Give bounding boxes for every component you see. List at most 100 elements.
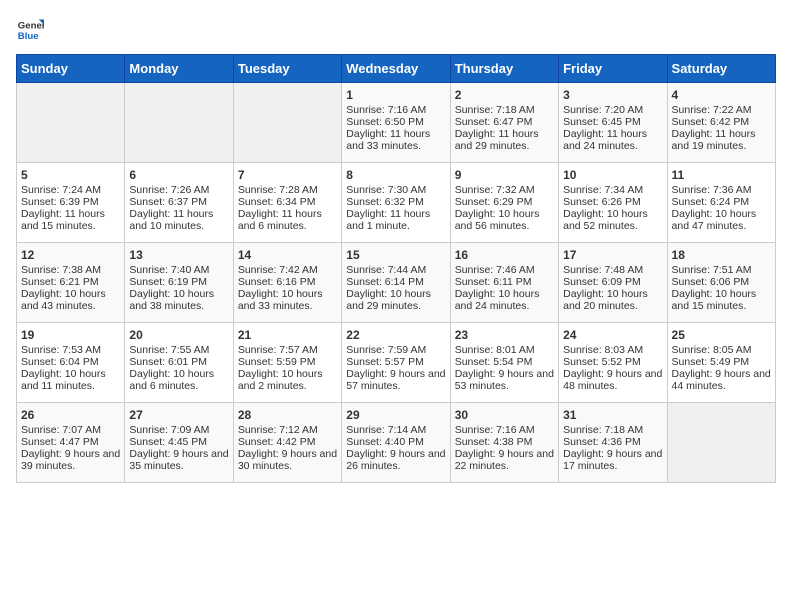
sunset: Sunset: 6:29 PM — [455, 196, 533, 208]
daylight: Daylight: 10 hours and 43 minutes. — [21, 288, 106, 312]
header-wednesday: Wednesday — [342, 55, 450, 83]
calendar-cell: 2Sunrise: 7:18 AMSunset: 6:47 PMDaylight… — [450, 83, 558, 163]
sunset: Sunset: 5:54 PM — [455, 356, 533, 368]
sunrise: Sunrise: 7:26 AM — [129, 184, 209, 196]
sunrise: Sunrise: 7:18 AM — [563, 424, 643, 436]
daylight: Daylight: 10 hours and 29 minutes. — [346, 288, 431, 312]
sunrise: Sunrise: 7:24 AM — [21, 184, 101, 196]
calendar-cell: 3Sunrise: 7:20 AMSunset: 6:45 PMDaylight… — [559, 83, 667, 163]
sunset: Sunset: 6:45 PM — [563, 116, 641, 128]
sunrise: Sunrise: 7:34 AM — [563, 184, 643, 196]
calendar-cell: 24Sunrise: 8:03 AMSunset: 5:52 PMDayligh… — [559, 323, 667, 403]
sunrise: Sunrise: 7:38 AM — [21, 264, 101, 276]
sunrise: Sunrise: 8:05 AM — [672, 344, 752, 356]
daylight: Daylight: 11 hours and 15 minutes. — [21, 208, 105, 232]
calendar-cell: 1Sunrise: 7:16 AMSunset: 6:50 PMDaylight… — [342, 83, 450, 163]
calendar-cell: 20Sunrise: 7:55 AMSunset: 6:01 PMDayligh… — [125, 323, 233, 403]
day-number: 1 — [346, 88, 445, 102]
calendar-cell — [125, 83, 233, 163]
sunset: Sunset: 4:47 PM — [21, 436, 99, 448]
page-header: General Blue — [16, 16, 776, 44]
day-number: 22 — [346, 328, 445, 342]
calendar-week-row: 5Sunrise: 7:24 AMSunset: 6:39 PMDaylight… — [17, 163, 776, 243]
sunrise: Sunrise: 7:57 AM — [238, 344, 318, 356]
day-number: 25 — [672, 328, 771, 342]
day-number: 30 — [455, 408, 554, 422]
calendar-cell: 17Sunrise: 7:48 AMSunset: 6:09 PMDayligh… — [559, 243, 667, 323]
sunset: Sunset: 6:01 PM — [129, 356, 207, 368]
sunrise: Sunrise: 7:44 AM — [346, 264, 426, 276]
day-number: 28 — [238, 408, 337, 422]
calendar-cell: 14Sunrise: 7:42 AMSunset: 6:16 PMDayligh… — [233, 243, 341, 323]
sunrise: Sunrise: 7:59 AM — [346, 344, 426, 356]
header-thursday: Thursday — [450, 55, 558, 83]
day-number: 7 — [238, 168, 337, 182]
calendar-cell: 26Sunrise: 7:07 AMSunset: 4:47 PMDayligh… — [17, 403, 125, 483]
calendar-cell: 8Sunrise: 7:30 AMSunset: 6:32 PMDaylight… — [342, 163, 450, 243]
sunset: Sunset: 4:45 PM — [129, 436, 207, 448]
sunset: Sunset: 5:52 PM — [563, 356, 641, 368]
daylight: Daylight: 9 hours and 26 minutes. — [346, 448, 445, 472]
sunset: Sunset: 4:36 PM — [563, 436, 641, 448]
calendar-cell — [667, 403, 775, 483]
sunrise: Sunrise: 7:46 AM — [455, 264, 535, 276]
sunset: Sunset: 6:47 PM — [455, 116, 533, 128]
calendar-cell: 23Sunrise: 8:01 AMSunset: 5:54 PMDayligh… — [450, 323, 558, 403]
daylight: Daylight: 10 hours and 2 minutes. — [238, 368, 323, 392]
sunset: Sunset: 4:42 PM — [238, 436, 316, 448]
calendar-cell: 29Sunrise: 7:14 AMSunset: 4:40 PMDayligh… — [342, 403, 450, 483]
daylight: Daylight: 9 hours and 17 minutes. — [563, 448, 662, 472]
svg-text:General: General — [18, 20, 44, 31]
day-number: 29 — [346, 408, 445, 422]
header-monday: Monday — [125, 55, 233, 83]
sunrise: Sunrise: 7:51 AM — [672, 264, 752, 276]
daylight: Daylight: 10 hours and 38 minutes. — [129, 288, 214, 312]
calendar-cell: 25Sunrise: 8:05 AMSunset: 5:49 PMDayligh… — [667, 323, 775, 403]
calendar-cell: 4Sunrise: 7:22 AMSunset: 6:42 PMDaylight… — [667, 83, 775, 163]
calendar-week-row: 26Sunrise: 7:07 AMSunset: 4:47 PMDayligh… — [17, 403, 776, 483]
daylight: Daylight: 10 hours and 47 minutes. — [672, 208, 757, 232]
daylight: Daylight: 10 hours and 6 minutes. — [129, 368, 214, 392]
calendar-table: SundayMondayTuesdayWednesdayThursdayFrid… — [16, 54, 776, 483]
day-number: 31 — [563, 408, 662, 422]
day-number: 17 — [563, 248, 662, 262]
day-number: 14 — [238, 248, 337, 262]
day-number: 11 — [672, 168, 771, 182]
day-number: 26 — [21, 408, 120, 422]
daylight: Daylight: 9 hours and 39 minutes. — [21, 448, 120, 472]
daylight: Daylight: 9 hours and 57 minutes. — [346, 368, 445, 392]
daylight: Daylight: 11 hours and 24 minutes. — [563, 128, 647, 152]
calendar-cell: 10Sunrise: 7:34 AMSunset: 6:26 PMDayligh… — [559, 163, 667, 243]
sunrise: Sunrise: 7:09 AM — [129, 424, 209, 436]
sunset: Sunset: 6:19 PM — [129, 276, 207, 288]
sunrise: Sunrise: 7:28 AM — [238, 184, 318, 196]
day-number: 2 — [455, 88, 554, 102]
daylight: Daylight: 9 hours and 35 minutes. — [129, 448, 228, 472]
day-number: 10 — [563, 168, 662, 182]
calendar-cell: 13Sunrise: 7:40 AMSunset: 6:19 PMDayligh… — [125, 243, 233, 323]
sunrise: Sunrise: 7:42 AM — [238, 264, 318, 276]
header-saturday: Saturday — [667, 55, 775, 83]
day-number: 19 — [21, 328, 120, 342]
daylight: Daylight: 11 hours and 33 minutes. — [346, 128, 430, 152]
daylight: Daylight: 9 hours and 22 minutes. — [455, 448, 554, 472]
calendar-cell: 18Sunrise: 7:51 AMSunset: 6:06 PMDayligh… — [667, 243, 775, 323]
sunset: Sunset: 4:40 PM — [346, 436, 424, 448]
sunrise: Sunrise: 7:53 AM — [21, 344, 101, 356]
daylight: Daylight: 10 hours and 24 minutes. — [455, 288, 540, 312]
daylight: Daylight: 11 hours and 19 minutes. — [672, 128, 756, 152]
day-number: 24 — [563, 328, 662, 342]
daylight: Daylight: 10 hours and 11 minutes. — [21, 368, 106, 392]
sunset: Sunset: 5:57 PM — [346, 356, 424, 368]
calendar-cell — [17, 83, 125, 163]
sunset: Sunset: 6:37 PM — [129, 196, 207, 208]
calendar-cell: 21Sunrise: 7:57 AMSunset: 5:59 PMDayligh… — [233, 323, 341, 403]
day-number: 4 — [672, 88, 771, 102]
calendar-cell: 6Sunrise: 7:26 AMSunset: 6:37 PMDaylight… — [125, 163, 233, 243]
sunrise: Sunrise: 7:16 AM — [346, 104, 426, 116]
calendar-cell: 16Sunrise: 7:46 AMSunset: 6:11 PMDayligh… — [450, 243, 558, 323]
logo-icon: General Blue — [16, 16, 44, 44]
daylight: Daylight: 11 hours and 1 minute. — [346, 208, 430, 232]
day-number: 12 — [21, 248, 120, 262]
sunset: Sunset: 6:14 PM — [346, 276, 424, 288]
